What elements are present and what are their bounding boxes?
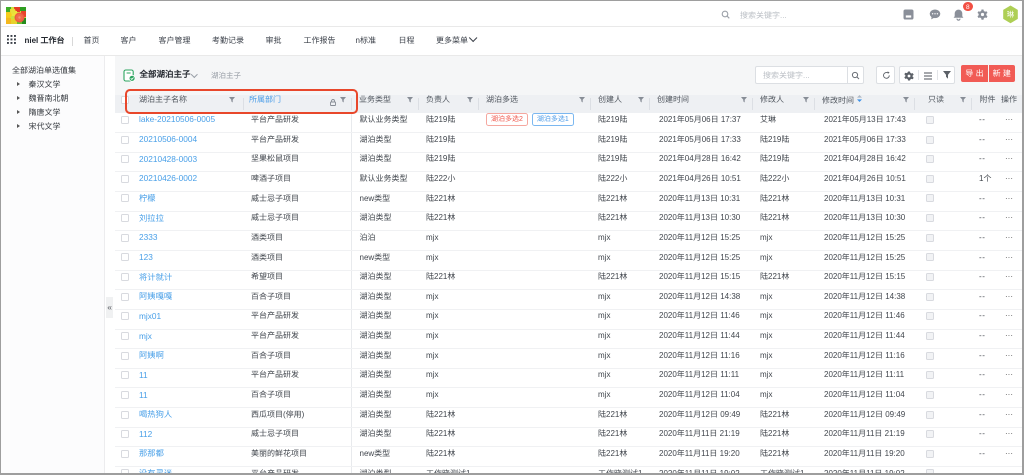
svg-text:琳: 琳: [1007, 9, 1015, 20]
